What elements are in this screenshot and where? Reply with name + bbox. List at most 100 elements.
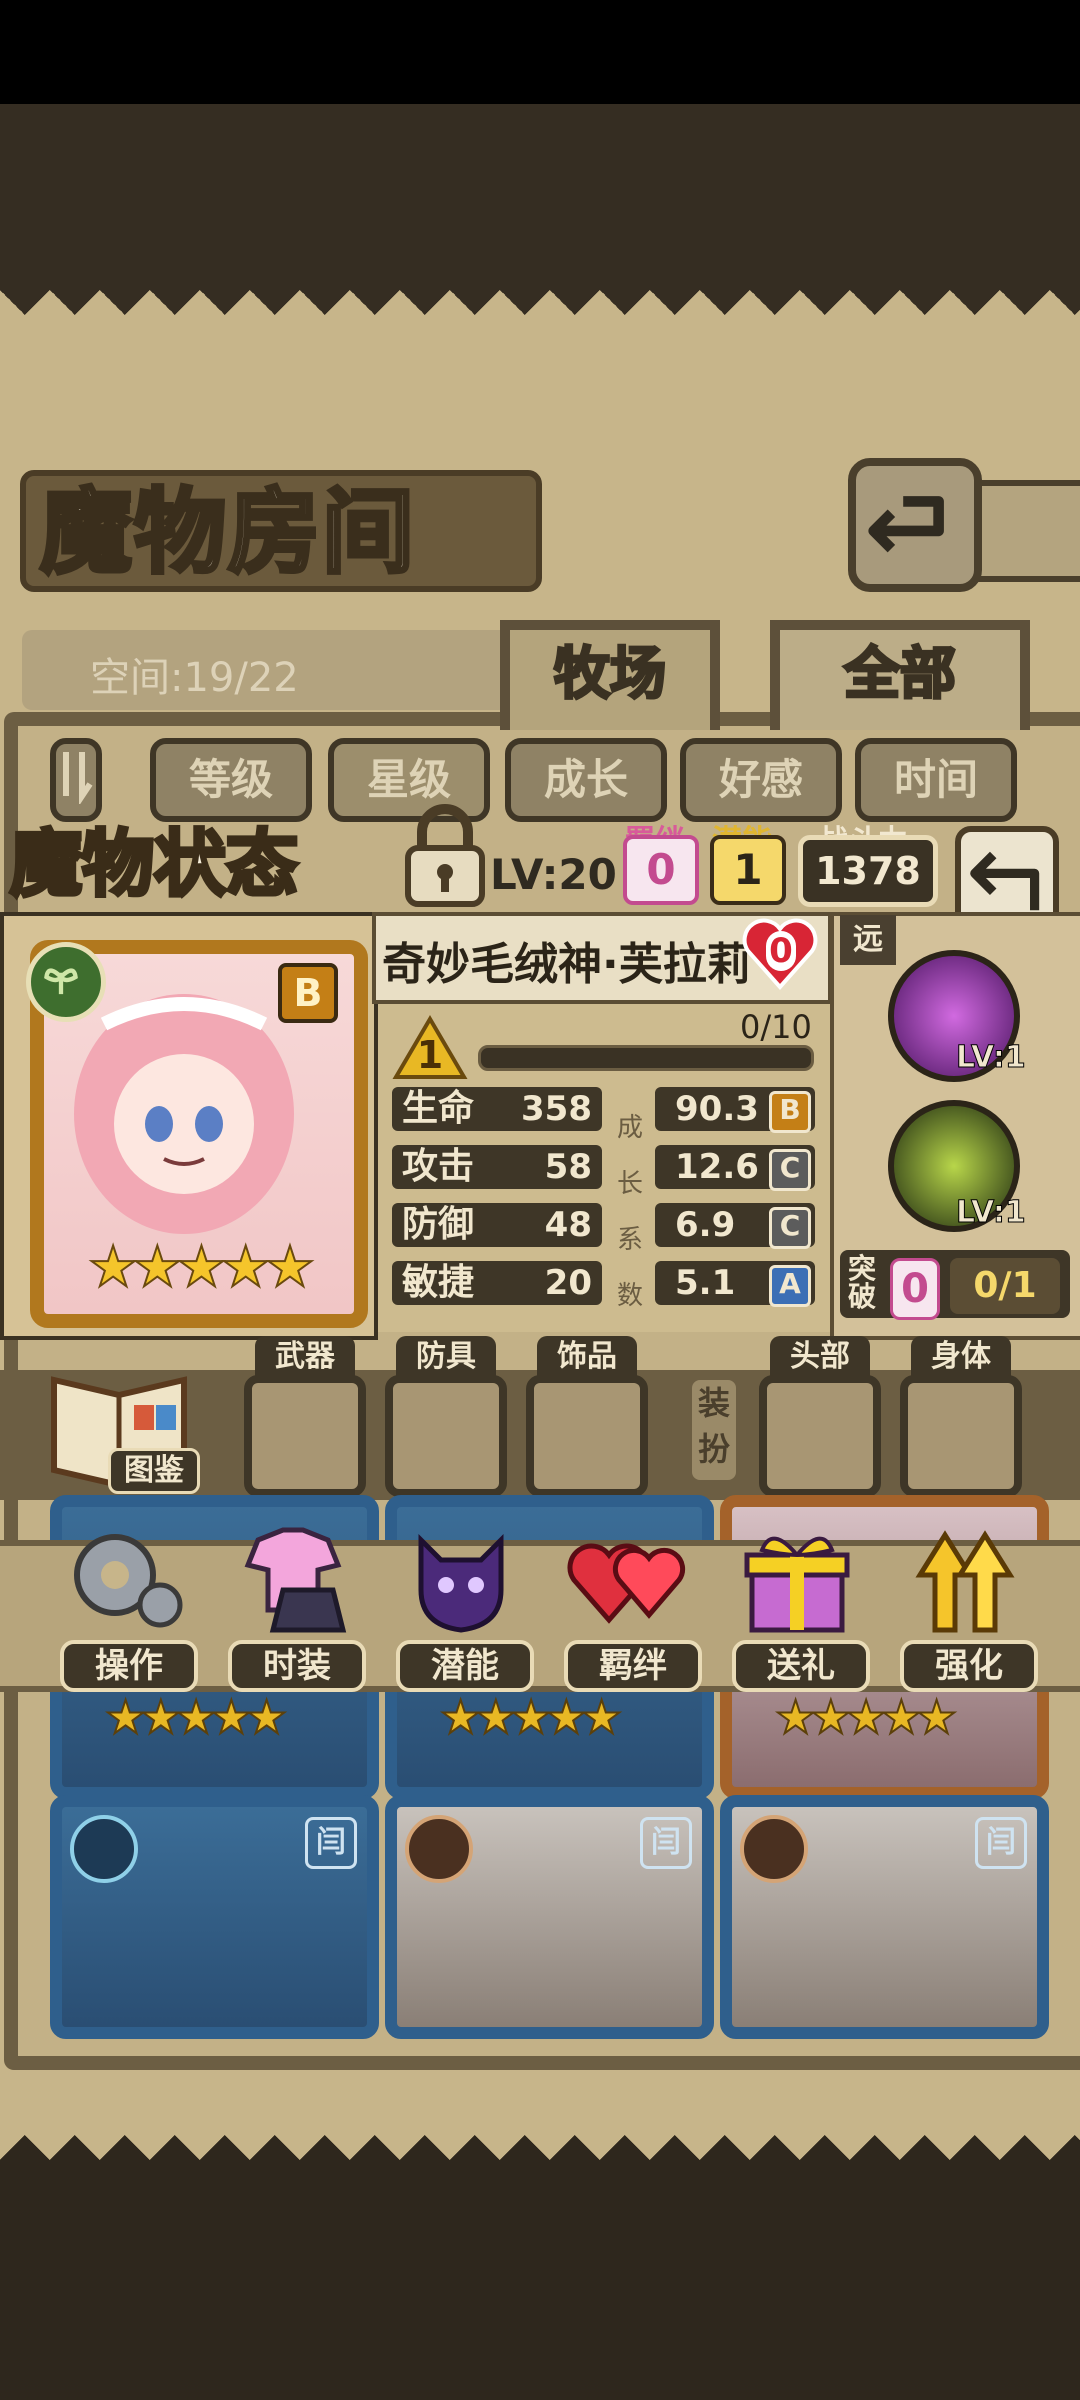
stat-row-agility: 敏捷 20 (392, 1261, 602, 1305)
filter-growth[interactable]: 成长 (505, 738, 667, 822)
slot-caption: 身体 (911, 1336, 1011, 1378)
skill-1-level: LV:1 (956, 1040, 1027, 1076)
stat-value: 58 (544, 1147, 592, 1187)
slot-caption: 饰品 (537, 1336, 637, 1378)
grade-badge: B (769, 1091, 811, 1133)
codex-label[interactable]: 图鉴 (108, 1448, 200, 1494)
hearts-icon (567, 1543, 686, 1624)
monster-card[interactable]: 闫 (720, 1795, 1049, 2039)
filter-affection[interactable]: 好感 (680, 738, 842, 822)
star-rating: ★★★★★ (87, 1234, 316, 1301)
dress-up-label: 装扮 (692, 1380, 736, 1480)
action-label: 时装 (228, 1640, 366, 1692)
top-right-bar (970, 480, 1080, 582)
monster-card[interactable]: 闫 (50, 1795, 379, 2039)
slot-caption: 防具 (396, 1336, 496, 1378)
stat-name: 敏捷 (402, 1262, 475, 1303)
operate-button[interactable]: 操作 (60, 1520, 198, 1692)
xp-text: 0/10 (740, 1008, 812, 1046)
lock-icon[interactable] (400, 800, 490, 910)
outfit-icon (244, 1527, 347, 1633)
card-grade-badge: 闫 (975, 1817, 1027, 1869)
head-slot[interactable] (759, 1375, 881, 1497)
stat-name: 防御 (402, 1204, 475, 1245)
stat-row-hp: 生命 358 (392, 1087, 602, 1131)
slot-caption: 武器 (255, 1336, 355, 1378)
card-stars: ★★★★★ (104, 1689, 288, 1745)
growth-defense: 6.9 C (655, 1203, 815, 1249)
grade-badge: A (769, 1265, 811, 1307)
action-label: 羁绊 (564, 1640, 702, 1692)
star-level-value: 1 (416, 1033, 444, 1077)
parchment-edge-top (0, 290, 1080, 340)
armor-slot[interactable] (385, 1375, 507, 1497)
stat-value: 358 (521, 1089, 592, 1129)
return-icon (868, 496, 944, 553)
growth-attack: 12.6 C (655, 1145, 815, 1191)
back-button[interactable] (848, 458, 982, 592)
nature-element-icon (26, 942, 106, 1022)
action-label: 强化 (900, 1640, 1038, 1692)
range-tag: 远 (840, 915, 896, 965)
sort-icon (63, 752, 93, 806)
return-icon (970, 851, 1040, 911)
gift-button[interactable]: 送礼 (732, 1520, 870, 1692)
growth-label-char: 成 (616, 1113, 643, 1143)
action-label: 送礼 (732, 1640, 870, 1692)
potential-badge: 1 (710, 835, 786, 905)
bond-button[interactable]: 羁绊 (564, 1520, 702, 1692)
break-label: 突破 (848, 1252, 877, 1313)
background-bottom (0, 2160, 1080, 2400)
stat-row-attack: 攻击 58 (392, 1145, 602, 1189)
water-element-icon (70, 1815, 138, 1883)
card-grade-badge: 闫 (640, 1817, 692, 1869)
gear-icon (74, 1534, 183, 1628)
stat-value: 48 (544, 1205, 592, 1245)
growth-hp: 90.3 B (655, 1087, 815, 1133)
stat-name: 生命 (402, 1088, 475, 1129)
filter-time[interactable]: 时间 (855, 738, 1017, 822)
growth-agility: 5.1 A (655, 1261, 815, 1307)
capacity-text: 空间:19/22 (90, 655, 299, 701)
weapon-slot[interactable] (244, 1375, 366, 1497)
growth-value: 6.9 (675, 1205, 736, 1245)
action-label: 操作 (60, 1640, 198, 1692)
growth-label: 成 长 系 数 (615, 1100, 645, 1324)
gift-icon (744, 1536, 850, 1633)
stat-row-defense: 防御 48 (392, 1203, 602, 1247)
break-count[interactable]: 0/1 (950, 1258, 1060, 1314)
tab-all[interactable]: 全部 (770, 620, 1030, 730)
growth-value: 90.3 (675, 1089, 759, 1129)
monster-card[interactable]: 闫 (385, 1795, 714, 2039)
upgrade-arrows-icon (915, 1530, 1015, 1633)
grade-badge: C (769, 1207, 811, 1249)
monster-name: 奇妙毛绒神·芙拉莉 (382, 939, 751, 990)
growth-label-char: 系 (616, 1225, 643, 1255)
heart-value: 0 (766, 931, 796, 971)
grade-badge: C (769, 1149, 811, 1191)
enhance-button[interactable]: 强化 (900, 1520, 1038, 1692)
star-level-icon: 1 (392, 1015, 468, 1081)
shadow-demon-icon (418, 1533, 504, 1633)
page-title: 魔物房间 (38, 477, 417, 588)
earth-element-icon (740, 1815, 808, 1883)
bond-badge: 0 (623, 835, 699, 905)
growth-value: 5.1 (675, 1263, 736, 1303)
growth-label-char: 数 (616, 1281, 643, 1311)
power-value: 1378 (798, 835, 938, 907)
break-value: 0 (890, 1258, 940, 1320)
skill-2-level: LV:1 (956, 1195, 1027, 1231)
potential-button[interactable]: 潜能 (396, 1520, 534, 1692)
body-slot[interactable] (900, 1375, 1022, 1497)
status-bar (0, 0, 1080, 104)
accessory-slot[interactable] (526, 1375, 648, 1497)
action-label: 潜能 (396, 1640, 534, 1692)
card-stars: ★★★★★ (439, 1689, 623, 1745)
stat-value: 20 (544, 1263, 592, 1303)
fashion-button[interactable]: 时装 (228, 1520, 366, 1692)
xp-bar (478, 1045, 814, 1071)
slot-caption: 头部 (770, 1336, 870, 1378)
heart-icon[interactable]: 0 (740, 915, 820, 993)
background-top (0, 104, 1080, 294)
tab-ranch[interactable]: 牧场 (500, 620, 720, 730)
